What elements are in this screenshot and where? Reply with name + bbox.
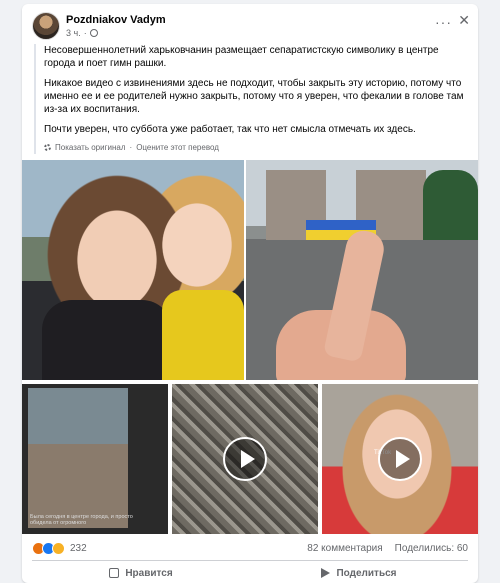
translate-row: Показать оригинал · Оцените этот перевод bbox=[44, 141, 466, 154]
post-paragraph-3: Почти уверен, что суббота уже работает, … bbox=[44, 124, 416, 135]
author-name[interactable]: Pozdniakov Vadym bbox=[66, 14, 166, 26]
play-icon[interactable] bbox=[223, 437, 267, 481]
photo-detail-shirt bbox=[162, 290, 244, 380]
comments-count[interactable]: 82 комментария bbox=[307, 543, 382, 554]
like-button[interactable]: Нравится bbox=[32, 564, 250, 582]
thumbs-up-icon bbox=[109, 568, 120, 578]
photo-screenshot[interactable]: Была сегодня в центре города, и просто о… bbox=[22, 384, 168, 534]
post-stats: 232 82 комментария Поделились: 60 bbox=[32, 540, 468, 556]
photo-middle-finger[interactable] bbox=[246, 160, 478, 380]
more-icon[interactable]: ··· bbox=[435, 14, 452, 30]
share-label: Поделиться bbox=[336, 567, 397, 579]
gear-icon bbox=[44, 144, 51, 151]
shares-count[interactable]: Поделились: 60 bbox=[395, 543, 468, 554]
action-bar: Нравится Поделиться bbox=[32, 564, 468, 582]
globe-icon bbox=[89, 29, 98, 37]
avatar[interactable] bbox=[32, 12, 60, 40]
like-label: Нравится bbox=[125, 567, 173, 579]
photo-detail-screen bbox=[28, 388, 128, 528]
media-grid: Была сегодня в центре города, и просто о… bbox=[22, 160, 478, 534]
post-time[interactable]: 3 ч. bbox=[66, 28, 81, 38]
video-1[interactable] bbox=[172, 384, 318, 534]
post-meta: 3 ч. · bbox=[66, 28, 98, 38]
share-icon bbox=[321, 568, 331, 578]
post-card: Pozdniakov Vadym 3 ч. · ··· ✕ Несовершен… bbox=[22, 4, 478, 583]
haha-reaction-icon bbox=[52, 541, 65, 555]
post-body: Несовершеннолетний харьковчанин размещае… bbox=[34, 44, 466, 154]
post-paragraph-2: Никакое видео с извинениями здесь не под… bbox=[44, 78, 464, 115]
meta-separator: · bbox=[83, 28, 87, 38]
rate-translation-link[interactable]: Оцените этот перевод bbox=[136, 141, 219, 154]
photo-detail-trees bbox=[423, 170, 478, 240]
screenshot-caption: Была сегодня в центре города, и просто о… bbox=[30, 514, 133, 526]
share-button[interactable]: Поделиться bbox=[250, 564, 468, 582]
reactions[interactable]: 232 bbox=[32, 541, 87, 555]
post-paragraph-1: Несовершеннолетний харьковчанин размещае… bbox=[44, 45, 439, 69]
post-header: Pozdniakov Vadym 3 ч. · ··· ✕ bbox=[32, 12, 470, 46]
divider bbox=[32, 560, 468, 561]
photo-detail-jacket bbox=[42, 300, 172, 380]
close-icon[interactable]: ✕ bbox=[458, 12, 470, 29]
translate-separator: · bbox=[129, 143, 133, 152]
play-icon[interactable] bbox=[378, 437, 422, 481]
show-original-link[interactable]: Показать оригинал bbox=[55, 141, 126, 154]
photo-selfie[interactable] bbox=[22, 160, 244, 380]
video-2[interactable]: TikTok bbox=[322, 384, 478, 534]
reaction-count[interactable]: 232 bbox=[70, 543, 87, 554]
